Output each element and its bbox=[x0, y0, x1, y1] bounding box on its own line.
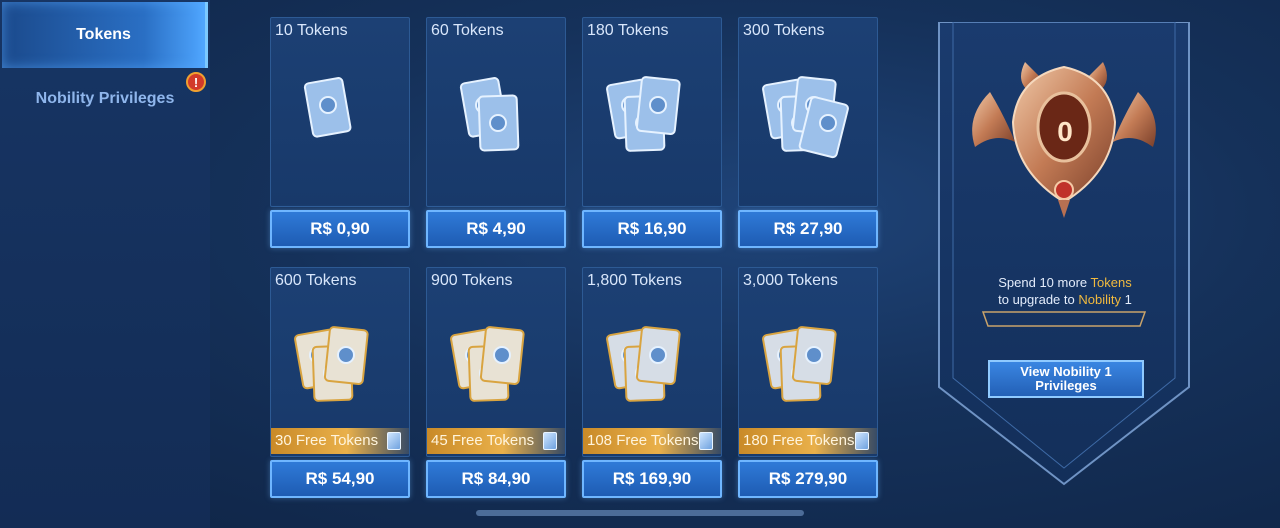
token-bag-icon bbox=[294, 326, 369, 402]
price-label: R$ 16,90 bbox=[617, 219, 687, 238]
free-tokens-bonus: 45 Free Tokens bbox=[427, 428, 565, 454]
price-label: R$ 0,90 bbox=[310, 219, 370, 238]
free-tokens-bonus: 180 Free Tokens bbox=[739, 428, 877, 454]
token-pack-name: 300 Tokens bbox=[743, 22, 825, 39]
price-button[interactable]: R$ 169,90 bbox=[582, 460, 722, 498]
token-pack-name: 900 Tokens bbox=[431, 272, 513, 289]
token-icon bbox=[855, 432, 869, 450]
free-tokens-label: 108 Free Tokens bbox=[587, 432, 699, 449]
price-button[interactable]: R$ 84,90 bbox=[426, 460, 566, 498]
free-tokens-label: 30 Free Tokens bbox=[275, 432, 379, 449]
price-button[interactable]: R$ 16,90 bbox=[582, 210, 722, 248]
token-pack-name: 600 Tokens bbox=[275, 272, 357, 289]
price-label: R$ 54,90 bbox=[305, 469, 375, 488]
token-pack-card[interactable]: 1,800 Tokens 108 Free Tokens bbox=[582, 267, 722, 457]
token-pack-card[interactable]: 3,000 Tokens 180 Free Tokens bbox=[738, 267, 878, 457]
spend-prefix: Spend 10 more bbox=[998, 275, 1088, 290]
token-pack-card[interactable]: 300 Tokens bbox=[738, 17, 878, 207]
free-tokens-label: 45 Free Tokens bbox=[431, 432, 535, 449]
tab-tokens[interactable]: Tokens bbox=[2, 2, 208, 68]
sidebar: Tokens Nobility Privileges ! bbox=[0, 0, 210, 528]
free-tokens-bonus: 108 Free Tokens bbox=[583, 428, 721, 454]
nobility-banner bbox=[935, 22, 1193, 487]
token-icon bbox=[387, 432, 401, 450]
price-label: R$ 84,90 bbox=[461, 469, 531, 488]
price-label: R$ 169,90 bbox=[612, 469, 692, 488]
token-cards-icon bbox=[606, 76, 681, 152]
price-button[interactable]: R$ 279,90 bbox=[738, 460, 878, 498]
price-label: R$ 27,90 bbox=[773, 219, 843, 238]
free-tokens-label: 180 Free Tokens bbox=[743, 432, 855, 449]
token-cards-icon bbox=[762, 76, 849, 159]
token-cards-icon bbox=[459, 77, 520, 152]
tab-nobility-label: Nobility Privileges bbox=[35, 90, 175, 107]
token-icon bbox=[699, 432, 713, 450]
token-pack-card[interactable]: 180 Tokens bbox=[582, 17, 722, 207]
horizontal-scrollbar[interactable] bbox=[476, 510, 804, 516]
upgrade-target: Nobility bbox=[1078, 292, 1121, 307]
banner-frame bbox=[938, 22, 1190, 486]
token-pack-card[interactable]: 600 Tokens 30 Free Tokens bbox=[270, 267, 410, 457]
token-pack-name: 1,800 Tokens bbox=[587, 272, 682, 289]
token-pack-name: 180 Tokens bbox=[587, 22, 669, 39]
upgrade-level: 1 bbox=[1124, 292, 1132, 307]
view-button-label: View Nobility 1 Privileges bbox=[1020, 364, 1112, 393]
token-pack-name: 3,000 Tokens bbox=[743, 272, 838, 289]
token-bag-icon bbox=[450, 326, 525, 402]
token-icon bbox=[543, 432, 557, 450]
token-chest-icon bbox=[606, 326, 681, 402]
token-pack-card[interactable]: 60 Tokens bbox=[426, 17, 566, 207]
price-button[interactable]: R$ 54,90 bbox=[270, 460, 410, 498]
view-nobility-privileges-button[interactable]: View Nobility 1 Privileges bbox=[988, 360, 1144, 398]
token-pack-card[interactable]: 10 Tokens bbox=[270, 17, 410, 207]
price-label: R$ 4,90 bbox=[466, 219, 526, 238]
price-button[interactable]: R$ 0,90 bbox=[270, 210, 410, 248]
spend-info: Spend 10 more Tokens to upgrade to Nobil… bbox=[960, 274, 1170, 308]
alert-badge: ! bbox=[186, 72, 206, 92]
price-button[interactable]: R$ 27,90 bbox=[738, 210, 878, 248]
token-pack-name: 60 Tokens bbox=[431, 22, 504, 39]
tab-nobility-privileges[interactable]: Nobility Privileges bbox=[0, 68, 210, 130]
token-pack-name: 10 Tokens bbox=[275, 22, 348, 39]
token-cards-icon bbox=[303, 77, 352, 138]
upgrade-prefix: to upgrade to bbox=[998, 292, 1075, 307]
token-pack-card[interactable]: 900 Tokens 45 Free Tokens bbox=[426, 267, 566, 457]
tab-tokens-label: Tokens bbox=[76, 26, 131, 43]
token-chest-icon bbox=[762, 326, 837, 402]
nobility-level: 0 bbox=[1057, 116, 1073, 147]
price-button[interactable]: R$ 4,90 bbox=[426, 210, 566, 248]
price-label: R$ 279,90 bbox=[768, 469, 848, 488]
spend-currency: Tokens bbox=[1090, 275, 1132, 290]
free-tokens-bonus: 30 Free Tokens bbox=[271, 428, 409, 454]
